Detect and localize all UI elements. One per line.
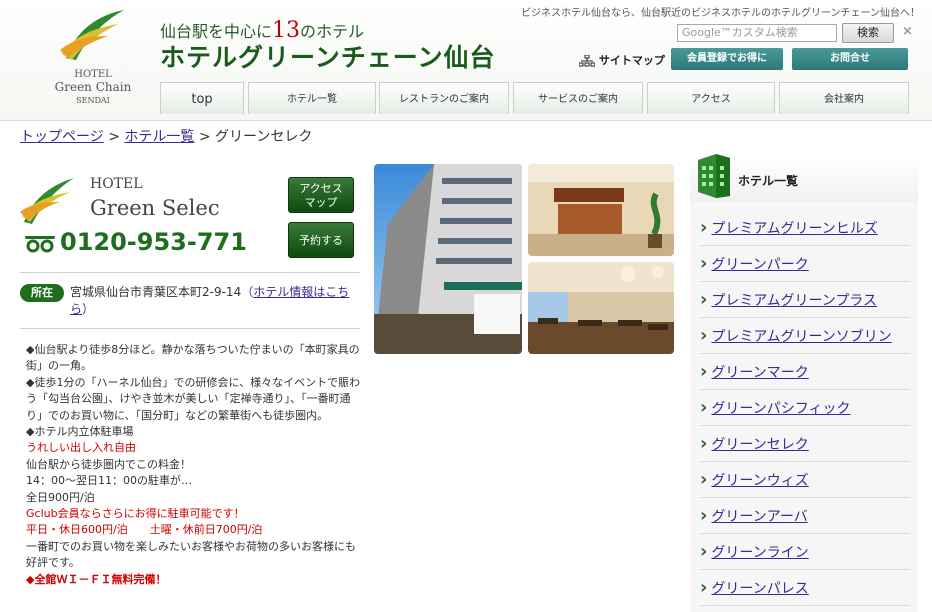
hotel-restaurant-photo[interactable] (528, 262, 674, 354)
desc-line: Gclub会員ならさらにお得に駐車可能です！ (26, 507, 245, 521)
desc-line: ◆徒歩1分の「ハーネル仙台」での研修会に、様々なイベントで賑わう「勾当台公園」、… (26, 375, 361, 422)
desc-line: ◆全館ＷＩ－ＦＩ無料完備！ (26, 572, 167, 586)
building-photo-icon (374, 164, 522, 354)
chevron-right-icon: › (700, 469, 708, 490)
chevron-right-icon: › (700, 577, 708, 598)
hotel-lobby-photo[interactable] (528, 164, 674, 256)
header-tagline: ビジネスホテル仙台なら、仙台駅近のビジネスホテルのホテルグリーンチェーン仙台へ！ (521, 8, 920, 19)
chevron-right-icon: › (700, 289, 708, 310)
divider (20, 272, 360, 273)
chevron-right-icon: › (700, 433, 708, 454)
sidebar-item-hotel[interactable]: › グリーンウィズ (700, 462, 910, 498)
hotel-exterior-photo[interactable] (374, 164, 522, 354)
leaf-logo-icon (20, 178, 74, 224)
nav-top[interactable]: top (160, 82, 244, 114)
access-map-button[interactable]: アクセス マップ (288, 177, 354, 213)
sidebar-item-label: プレミアムグリーンプラス (711, 293, 878, 309)
sidebar-item-label: グリーンマーク (711, 365, 809, 381)
desc-line: うれしい出し入れ自由 (26, 441, 136, 455)
sidebar-item-label: グリーンパレス (711, 581, 809, 597)
sidebar-item-hotel[interactable]: › グリーンマーク (700, 354, 910, 390)
sidebar-item-label: グリーンウィズ (711, 473, 809, 489)
hotel-name: Green Selec (90, 196, 220, 220)
sidebar-item-hotel[interactable]: › プレミアムグリーンヒルズ (700, 210, 910, 246)
phone-number[interactable]: 0120-953-771 (24, 228, 247, 256)
sidebar-item-label: グリーンライン (711, 545, 809, 561)
sidebar-item-label: プレミアムグリーンヒルズ (711, 221, 878, 237)
breadcrumb-current: グリーンセレク (215, 129, 313, 145)
chevron-right-icon: › (700, 505, 708, 526)
chevron-right-icon: › (700, 397, 708, 418)
leaf-logo-icon (60, 10, 124, 60)
sitemap-icon (578, 54, 596, 67)
sidebar-item-hotel[interactable]: › グリーンセレク (700, 426, 910, 462)
sidebar-item-label: プレミアムグリーンソブリン (711, 329, 892, 345)
sidebar-item-hotel[interactable]: › グリーンアーバ (700, 498, 910, 534)
reserve-button[interactable]: 予約する (288, 222, 354, 258)
desc-line: 全日900円/泊 (26, 490, 95, 504)
breadcrumb: トップページ > ホテル一覧 > グリーンセレク (20, 129, 313, 145)
building-icon (696, 152, 732, 198)
chevron-right-icon: › (700, 325, 708, 346)
site-logo[interactable]: HOTEL Green Chain SENDAI (38, 6, 148, 114)
sidebar-item-hotel[interactable]: › グリーンパレス (700, 570, 910, 606)
lobby-photo-icon (528, 164, 674, 256)
breadcrumb-hotels-link[interactable]: ホテル一覧 (124, 129, 194, 145)
desc-line: 14：00～翌日11：00の駐車が… (26, 474, 192, 488)
search-input[interactable]: Google™カスタム検索 (677, 24, 837, 42)
sitemap-link[interactable]: サイトマップ (578, 52, 665, 68)
desc-line: ◆ホテル内立体駐車場 (26, 425, 134, 439)
nav-access[interactable]: アクセス (647, 82, 775, 114)
nav-company[interactable]: 会社案内 (779, 82, 909, 114)
hotel-address: 宮城県仙台市青葉区本町2-9-14（ホテル情報はこちら） (70, 285, 350, 316)
sidebar-item-hotel[interactable]: › プレミアムグリーンソブリン (700, 318, 910, 354)
nav-restaurant[interactable]: レストランのご案内 (379, 82, 509, 114)
breadcrumb-home-link[interactable]: トップページ (20, 129, 104, 145)
chevron-right-icon: › (700, 541, 708, 562)
sidebar-item-hotel[interactable]: › プレミアムグリーンプラス (700, 282, 910, 318)
hotel-name-prefix: HOTEL (90, 176, 143, 192)
freedial-icon (25, 236, 55, 253)
clear-search-icon[interactable]: × (902, 24, 913, 39)
sidebar-item-label: グリーンアーバ (711, 509, 808, 525)
divider (20, 328, 360, 329)
sidebar-item-hotel[interactable]: › グリーンライン (700, 534, 910, 570)
contact-button[interactable]: お問合せ (792, 48, 908, 70)
logo-line-brand: Green Chain (54, 80, 132, 94)
chevron-right-icon: › (700, 217, 708, 238)
sidebar-item-label: グリーンパーク (711, 257, 809, 273)
sidebar-item-label: グリーンセレク (711, 437, 809, 453)
sidebar-item-hotel[interactable]: › グリーンパーク (700, 246, 910, 282)
hotel-logo (20, 176, 80, 226)
hotel-description: ◆仙台駅より徒歩8分ほど。静かな落ちついた佇まいの「本町家具の街」の一角。 ◆徒… (26, 342, 362, 588)
nav-service[interactable]: サービスのご案内 (513, 82, 643, 114)
address-badge: 所在 (20, 284, 64, 302)
member-register-button[interactable]: 会員登録でお得に (671, 48, 783, 70)
desc-line: 仙台駅から徒歩圏内でこの料金！ (26, 457, 191, 471)
search-button[interactable]: 検索 (842, 23, 894, 43)
header-title: ホテルグリーンチェーン仙台 (160, 43, 496, 72)
desc-line: 平日・休日600円/泊 土曜・休前日700円/泊 (26, 523, 263, 537)
restaurant-photo-icon (528, 262, 674, 354)
nav-hotel-list[interactable]: ホテル一覧 (248, 82, 376, 114)
logo-line-city: SENDAI (76, 96, 110, 105)
chevron-right-icon: › (700, 361, 708, 382)
desc-line: 一番町でのお買い物を楽しみたいお客様やお荷物の多いお客様にも好評です。 (26, 539, 356, 570)
chevron-right-icon: › (700, 253, 708, 274)
desc-line: ◆仙台駅より徒歩8分ほど。静かな落ちついた佇まいの「本町家具の街」の一角。 (26, 343, 360, 373)
sidebar-item-label: グリーンパシフィック (711, 401, 851, 417)
sidebar-item-hotel[interactable]: › グリーンパシフィック (700, 390, 910, 426)
sidebar-title: ホテル一覧 (738, 174, 799, 188)
